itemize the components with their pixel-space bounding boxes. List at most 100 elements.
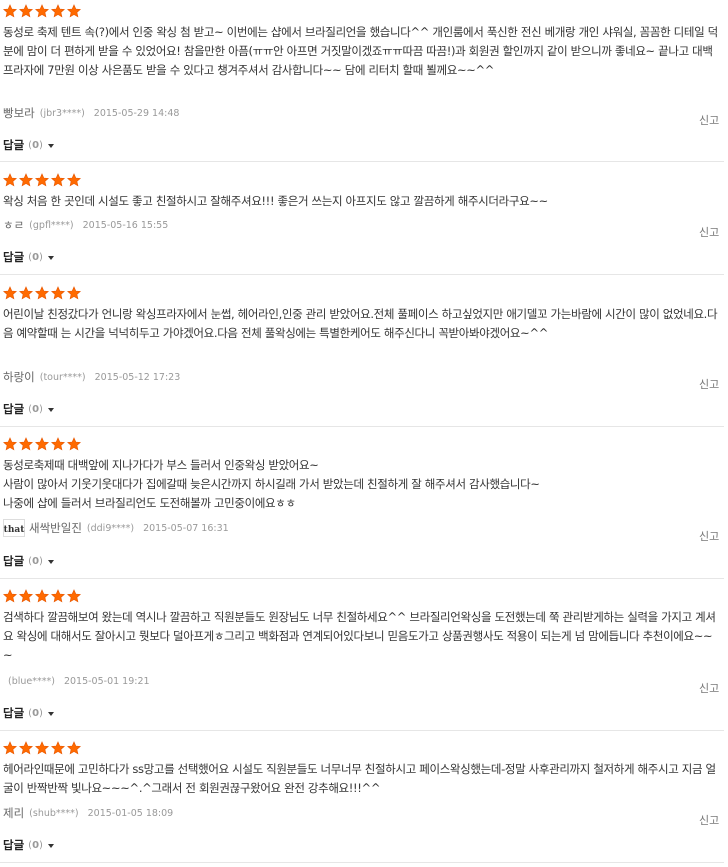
reply-label: 답글 [3,402,25,416]
caret-down-icon [47,407,54,412]
star-rating [3,286,81,302]
star-icon [35,286,49,300]
report-button[interactable]: 신고 [699,112,719,128]
star-rating [3,589,81,605]
review-date: 2015-05-29 14:48 [93,107,180,119]
reply-toggle[interactable]: 답글 (0) [3,837,54,853]
star-icon [51,286,65,300]
star-rating [3,741,81,757]
reply-toggle[interactable]: 답글 (0) [3,705,54,721]
star-icon [19,4,33,18]
review-date: 2015-01-05 18:09 [87,807,174,819]
star-icon [3,4,17,18]
star-icon [67,589,81,603]
reply-count: (0) [28,555,43,567]
reply-label: 답글 [3,838,25,852]
star-icon [35,173,49,187]
review-meta: 하랑이 (tour****) 2015-05-12 17:23 [3,369,180,385]
star-icon [3,741,17,755]
star-icon [19,589,33,603]
star-icon [51,741,65,755]
divider [0,730,724,731]
star-icon [51,589,65,603]
caret-down-icon [47,143,54,148]
author-id: (shub****) [29,807,79,819]
report-button[interactable]: 신고 [699,812,719,828]
caret-down-icon [47,559,54,564]
review-date: 2015-05-16 15:55 [82,219,169,231]
star-icon [35,437,49,451]
star-icon [35,589,49,603]
star-icon [67,173,81,187]
star-icon [19,741,33,755]
report-button[interactable]: 신고 [699,376,719,392]
author-id: (tour****) [39,371,86,383]
caret-down-icon [47,843,54,848]
reply-toggle[interactable]: 답글 (0) [3,137,54,153]
star-icon [35,741,49,755]
author-name: ㅎㄹ [3,218,25,232]
review-text: 검색하다 깔끔해보여 왔는데 역시나 깔끔하고 직원분들도 원장님도 너무 친절… [3,610,716,662]
reply-count: (0) [28,251,43,263]
author-id: (blue****) [8,675,55,687]
reply-count: (0) [28,139,43,151]
report-button[interactable]: 신고 [699,680,719,696]
star-icon [35,4,49,18]
star-icon [67,741,81,755]
star-icon [51,173,65,187]
star-rating [3,437,81,453]
reply-count: (0) [28,707,43,719]
star-icon [19,173,33,187]
star-icon [67,286,81,300]
caret-down-icon [47,711,54,716]
divider [0,274,724,275]
star-icon [19,286,33,300]
reply-label: 답글 [3,554,25,568]
star-icon [51,4,65,18]
caret-down-icon [47,255,54,260]
report-button[interactable]: 신고 [699,528,719,544]
review-text: 헤어라인때문에 고민하다가 ss망고를 선택했어요 시설도 직원분들도 너무너무… [3,762,716,795]
author-id: (gpfl****) [29,219,74,231]
divider [0,862,724,863]
star-icon [67,4,81,18]
star-icon [19,437,33,451]
review-meta: ㅎㄹ (gpfl****) 2015-05-16 15:55 [3,217,168,233]
author-name: 빵보라 [3,106,35,120]
review-meta: (blue****) 2015-05-01 19:21 [3,673,150,689]
review-text: 어린이날 친정갔다가 언니랑 왁싱프라자에서 눈썹, 헤어라인,인중 관리 받았… [3,307,718,340]
divider [0,426,724,427]
author-name: 새싹반일진 [29,521,82,535]
avatar: that [3,519,25,537]
author-name: 하랑이 [3,370,35,384]
reply-label: 답글 [3,250,25,264]
divider [0,161,724,162]
report-button[interactable]: 신고 [699,224,719,240]
reply-toggle[interactable]: 답글 (0) [3,401,54,417]
author-id: (ddi9****) [86,522,135,534]
review-meta: that 새싹반일진 (ddi9****) 2015-05-07 16:31 [3,519,229,537]
reply-toggle[interactable]: 답글 (0) [3,249,54,265]
review-date: 2015-05-12 17:23 [94,371,181,383]
star-icon [3,437,17,451]
review-text: 동성로 축제 텐트 속(?)에서 인중 왁싱 첨 받고~ 이번에는 샵에서 브라… [3,25,718,77]
star-rating [3,4,81,20]
reply-label: 답글 [3,138,25,152]
star-icon [3,173,17,187]
author-name: 제리 [3,806,25,820]
review-text: 왁싱 처음 한 곳인데 시설도 좋고 친절하시고 잘해주셔요!!! 좋은거 쓰는… [3,194,548,208]
divider [0,578,724,579]
reply-toggle[interactable]: 답글 (0) [3,553,54,569]
star-rating [3,173,81,189]
star-icon [67,437,81,451]
star-icon [3,286,17,300]
reply-label: 답글 [3,706,25,720]
author-id: (jbr3****) [39,107,85,119]
review-meta: 제리 (shub****) 2015-01-05 18:09 [3,805,173,821]
review-date: 2015-05-01 19:21 [63,675,150,687]
review-meta: 빵보라 (jbr3****) 2015-05-29 14:48 [3,105,179,121]
star-icon [3,589,17,603]
reply-count: (0) [28,839,43,851]
reply-count: (0) [28,403,43,415]
review-date: 2015-05-07 16:31 [143,522,229,534]
